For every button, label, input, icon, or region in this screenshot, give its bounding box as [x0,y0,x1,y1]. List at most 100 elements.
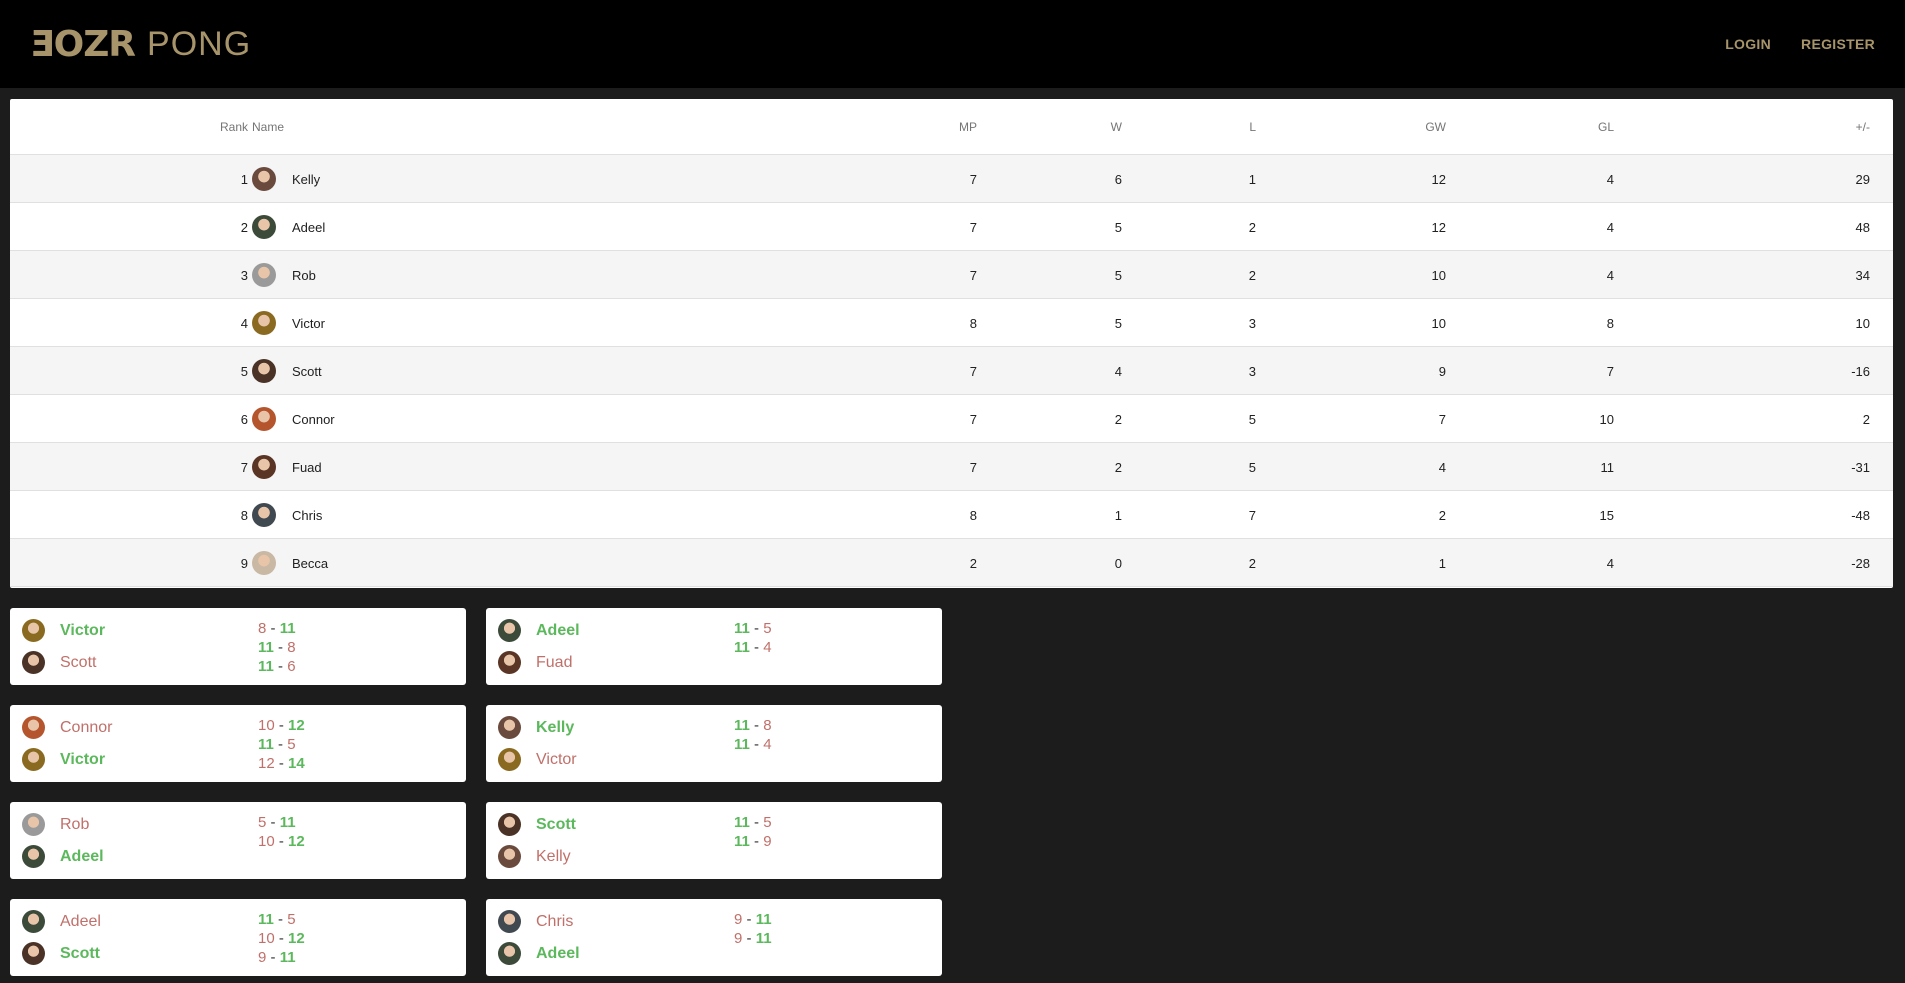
cell-gl: 15 [1599,508,1614,523]
register-link[interactable]: REGISTER [1801,36,1875,52]
player-name[interactable]: Adeel [536,945,580,963]
cell-rank: 6 [240,412,248,427]
table-row[interactable]: 4 8 5 3 10 8 10 Victor [10,299,1893,347]
cell-name[interactable]: Chris [292,508,322,523]
player-name[interactable]: Kelly [536,848,571,866]
avatar [252,407,276,431]
score-separator: - [742,911,756,928]
score-separator: - [749,833,764,850]
cell-pm: 2 [1862,412,1870,427]
cell-name[interactable]: Rob [292,268,316,283]
cell-l: 3 [1248,364,1256,379]
table-row[interactable]: 3 7 5 2 10 4 34 Rob [10,251,1893,299]
set-score: 10 - 12 [258,929,305,948]
set-score: 11 - 8 [258,638,296,657]
score-a: 11 [734,736,750,753]
cell-rank: 2 [240,220,248,235]
cell-w: 5 [1114,268,1122,283]
player-name[interactable]: Adeel [60,913,101,931]
avatar [22,748,45,771]
player-name[interactable]: Scott [60,945,100,963]
cell-gw: 7 [1438,412,1446,427]
match-card[interactable]: Rob Adeel 5 - 11 10 - 12 [10,802,466,879]
score-separator: - [266,814,280,831]
avatar [22,942,45,965]
player-name[interactable]: Scott [60,654,96,672]
match-card[interactable]: Victor Scott 8 - 11 11 - 8 11 - 6 [10,608,466,685]
player-name[interactable]: Adeel [536,622,580,640]
cell-name[interactable]: Scott [292,364,322,379]
avatar [252,551,276,575]
header-w[interactable]: W [1111,120,1122,134]
brand-logo[interactable]: ƎOZR PONG [30,23,251,65]
score-b: 12 [288,717,305,734]
player-name[interactable]: Chris [536,913,573,931]
cell-mp: 2 [969,556,977,571]
set-score: 9 - 11 [734,929,772,948]
player-name[interactable]: Connor [60,719,112,737]
set-score: 11 - 8 [734,716,772,735]
player-name[interactable]: Victor [60,751,105,769]
cell-gw: 10 [1431,316,1446,331]
match-card[interactable]: Adeel Fuad 11 - 5 11 - 4 [486,608,942,685]
header-mp[interactable]: MP [959,120,977,134]
table-row[interactable]: 8 8 1 7 2 15 -48 Chris [10,491,1893,539]
match-card[interactable]: Adeel Scott 11 - 5 10 - 12 9 - 11 [10,899,466,976]
cell-rank: 7 [240,460,248,475]
cell-name[interactable]: Fuad [292,460,322,475]
player-name[interactable]: Victor [60,622,105,640]
table-row[interactable]: 5 7 4 3 9 7 -16 Scott [10,347,1893,395]
player-name[interactable]: Rob [60,816,89,834]
player-name[interactable]: Kelly [536,719,574,737]
match-card[interactable]: Scott Kelly 11 - 5 11 - 9 [486,802,942,879]
score-a: 11 [258,639,274,656]
score-separator: - [274,717,289,734]
table-row[interactable]: 9 2 0 2 1 4 -28 Becca [10,539,1893,587]
match-card[interactable]: Kelly Victor 11 - 8 11 - 4 [486,705,942,782]
match-card[interactable]: Connor Victor 10 - 12 11 - 5 12 - 14 [10,705,466,782]
header-plus-minus[interactable]: +/- [1856,120,1870,134]
score-a: 10 [258,717,275,734]
cell-pm: -16 [1851,364,1870,379]
table-row[interactable]: 7 7 2 5 4 11 -31 Fuad [10,443,1893,491]
top-app-bar: ƎOZR PONG LOGIN REGISTER [0,0,1905,88]
login-link[interactable]: LOGIN [1725,36,1771,52]
cell-name[interactable]: Becca [292,556,328,571]
score-b: 11 [279,620,296,637]
cell-l: 2 [1248,268,1256,283]
set-score: 11 - 9 [734,832,772,851]
player-name[interactable]: Fuad [536,654,572,672]
header-rank[interactable]: Rank [220,120,248,134]
player-name[interactable]: Victor [536,751,577,769]
score-b: 11 [279,814,296,831]
header-gw[interactable]: GW [1425,120,1446,134]
cell-gl: 11 [1600,460,1615,475]
cell-name[interactable]: Kelly [292,172,320,187]
cell-mp: 8 [969,508,977,523]
header-gl[interactable]: GL [1598,120,1614,134]
player-name[interactable]: Adeel [60,848,104,866]
cell-name[interactable]: Victor [292,316,325,331]
match-card[interactable]: Chris Adeel 9 - 11 9 - 11 [486,899,942,976]
header-name[interactable]: Name [252,120,284,134]
cell-rank: 9 [240,556,248,571]
avatar [22,619,45,642]
table-row[interactable]: 6 7 2 5 7 10 2 Connor [10,395,1893,443]
header-l[interactable]: L [1249,120,1256,134]
score-b: 8 [763,717,772,734]
avatar [252,359,276,383]
cell-name[interactable]: Adeel [292,220,325,235]
score-b: 12 [288,930,305,947]
table-row[interactable]: 1 7 6 1 12 4 29 Kelly [10,155,1893,203]
set-score: 9 - 11 [734,910,772,929]
brand-mark: ƎOZR [30,23,136,65]
cell-name[interactable]: Connor [292,412,335,427]
player-name[interactable]: Scott [536,816,576,834]
table-row[interactable]: 2 7 5 2 12 4 48 Adeel [10,203,1893,251]
score-a: 10 [258,833,275,850]
avatar [22,716,45,739]
score-a: 11 [734,814,750,831]
score-separator: - [749,639,764,656]
avatar [498,813,521,836]
score-a: 11 [258,911,274,928]
